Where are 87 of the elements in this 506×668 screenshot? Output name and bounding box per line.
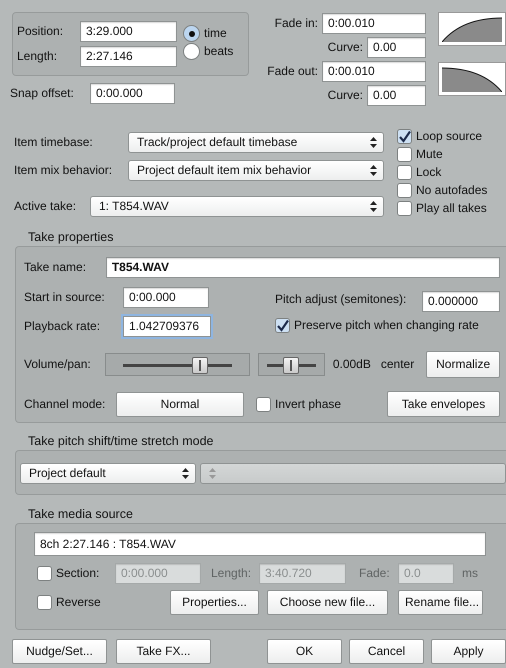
field-label: Channel mode: <box>24 396 106 412</box>
updown-arrows-icon <box>370 201 377 212</box>
checkbox[interactable] <box>37 595 52 610</box>
field-label: Fade in: <box>274 16 318 31</box>
checkmark-icon <box>276 320 289 332</box>
checkbox-label: Lock <box>416 165 442 180</box>
checkbox[interactable] <box>37 566 52 581</box>
button[interactable]: Properties... <box>170 590 259 615</box>
button[interactable]: Normalize <box>426 351 500 378</box>
updown-arrows-icon <box>370 137 377 148</box>
field-label: Item mix behavior: <box>14 163 114 178</box>
dropdown[interactable]: 1: T854.WAV <box>90 196 384 217</box>
button[interactable]: Take FX... <box>116 639 211 664</box>
text-field[interactable]: 0:00.010 <box>322 61 426 82</box>
updown-arrows-icon <box>370 165 377 176</box>
slider-thumb[interactable] <box>283 357 300 374</box>
updown-arrows-icon <box>209 468 216 479</box>
checkbox-label: Preserve pitch when changing rate <box>294 318 479 333</box>
field-label: Curve: <box>328 88 363 103</box>
text-field[interactable]: 3:29.000 <box>80 21 177 42</box>
slider[interactable] <box>258 353 325 376</box>
button[interactable]: Rename file... <box>398 590 483 615</box>
text-field[interactable]: 0.00 <box>367 85 426 106</box>
field-label: Fade out: <box>267 64 318 79</box>
fade-curve-drawing <box>442 16 502 42</box>
checkmark-icon <box>398 130 411 142</box>
checkbox-label: Section: <box>56 566 100 581</box>
checkbox[interactable] <box>256 396 271 412</box>
section-title: Take properties <box>27 230 114 246</box>
text-field[interactable]: 0.000000 <box>422 291 500 312</box>
radio-button[interactable] <box>183 25 200 42</box>
text-field[interactable]: 0:00.000 <box>123 287 209 308</box>
checkbox-label: Reverse <box>56 595 101 610</box>
dropdown[interactable]: Track/project default timebase <box>128 132 384 153</box>
field-label: Volume/pan: <box>24 357 92 372</box>
text-field[interactable]: 1.042709376 <box>123 316 211 337</box>
button[interactable]: Normal <box>116 392 244 416</box>
dropdown[interactable]: Project default item mix behavior <box>128 160 384 181</box>
field-label: Take name: <box>24 260 88 275</box>
pan-reading: center <box>380 357 414 372</box>
section-title: Take media source <box>27 507 134 523</box>
field-label: Snap offset: <box>10 86 75 101</box>
radio-label: beats <box>204 44 234 59</box>
radio-label: time <box>204 26 227 41</box>
unit-label: ms <box>462 566 478 581</box>
radio-button[interactable] <box>183 43 200 60</box>
slider-thumb[interactable] <box>192 357 208 374</box>
section-title: Take pitch shift/time stretch mode <box>27 434 214 450</box>
checkbox-label: Invert phase <box>275 396 342 412</box>
text-field[interactable]: T854.WAV <box>106 257 500 278</box>
slider[interactable] <box>104 353 250 376</box>
volume-reading: 0.00dB <box>332 357 371 372</box>
checkbox-label: No autofades <box>416 183 488 198</box>
checkbox[interactable] <box>397 147 412 162</box>
checkbox[interactable] <box>397 165 412 180</box>
button[interactable]: Take envelopes <box>387 391 500 417</box>
field-label: Start in source: <box>24 290 106 305</box>
field-label: Length: <box>17 49 58 64</box>
field-label: Position: <box>17 24 64 39</box>
button[interactable]: OK <box>267 639 342 664</box>
dropdown[interactable]: Project default <box>20 463 196 484</box>
field-label: Fade: <box>359 566 391 581</box>
updown-arrows-icon <box>182 468 190 479</box>
dropdown[interactable] <box>200 463 506 484</box>
text-field[interactable]: 8ch 2:27.146 : T854.WAV <box>34 532 486 556</box>
text-field[interactable]: 2:27.146 <box>80 46 177 67</box>
fade-curve-drawing <box>442 66 502 92</box>
checkbox[interactable] <box>397 201 412 216</box>
checkbox-label: Mute <box>416 147 443 162</box>
checkbox-label: Play all takes <box>416 201 487 216</box>
field-label: Curve: <box>328 40 363 55</box>
field-label: Item timebase: <box>14 135 94 150</box>
checkbox[interactable] <box>397 183 412 198</box>
button[interactable]: Choose new file... <box>267 590 388 615</box>
field-label: Pitch adjust (semitones): <box>275 292 408 307</box>
button[interactable]: Apply <box>431 639 506 664</box>
text-field[interactable]: 0:00.000 <box>90 83 175 104</box>
field-label: Active take: <box>14 199 78 214</box>
checkbox[interactable] <box>397 129 412 144</box>
button[interactable]: Nudge/Set... <box>12 639 107 664</box>
checkbox[interactable] <box>275 318 290 333</box>
text-field[interactable]: 0.00 <box>367 37 426 58</box>
field-label: Length: <box>211 566 252 581</box>
button[interactable]: Cancel <box>349 639 424 664</box>
field-label: Playback rate: <box>24 319 102 334</box>
text-field[interactable]: 0:00.010 <box>322 13 426 34</box>
checkbox-label: Loop source <box>416 129 482 144</box>
